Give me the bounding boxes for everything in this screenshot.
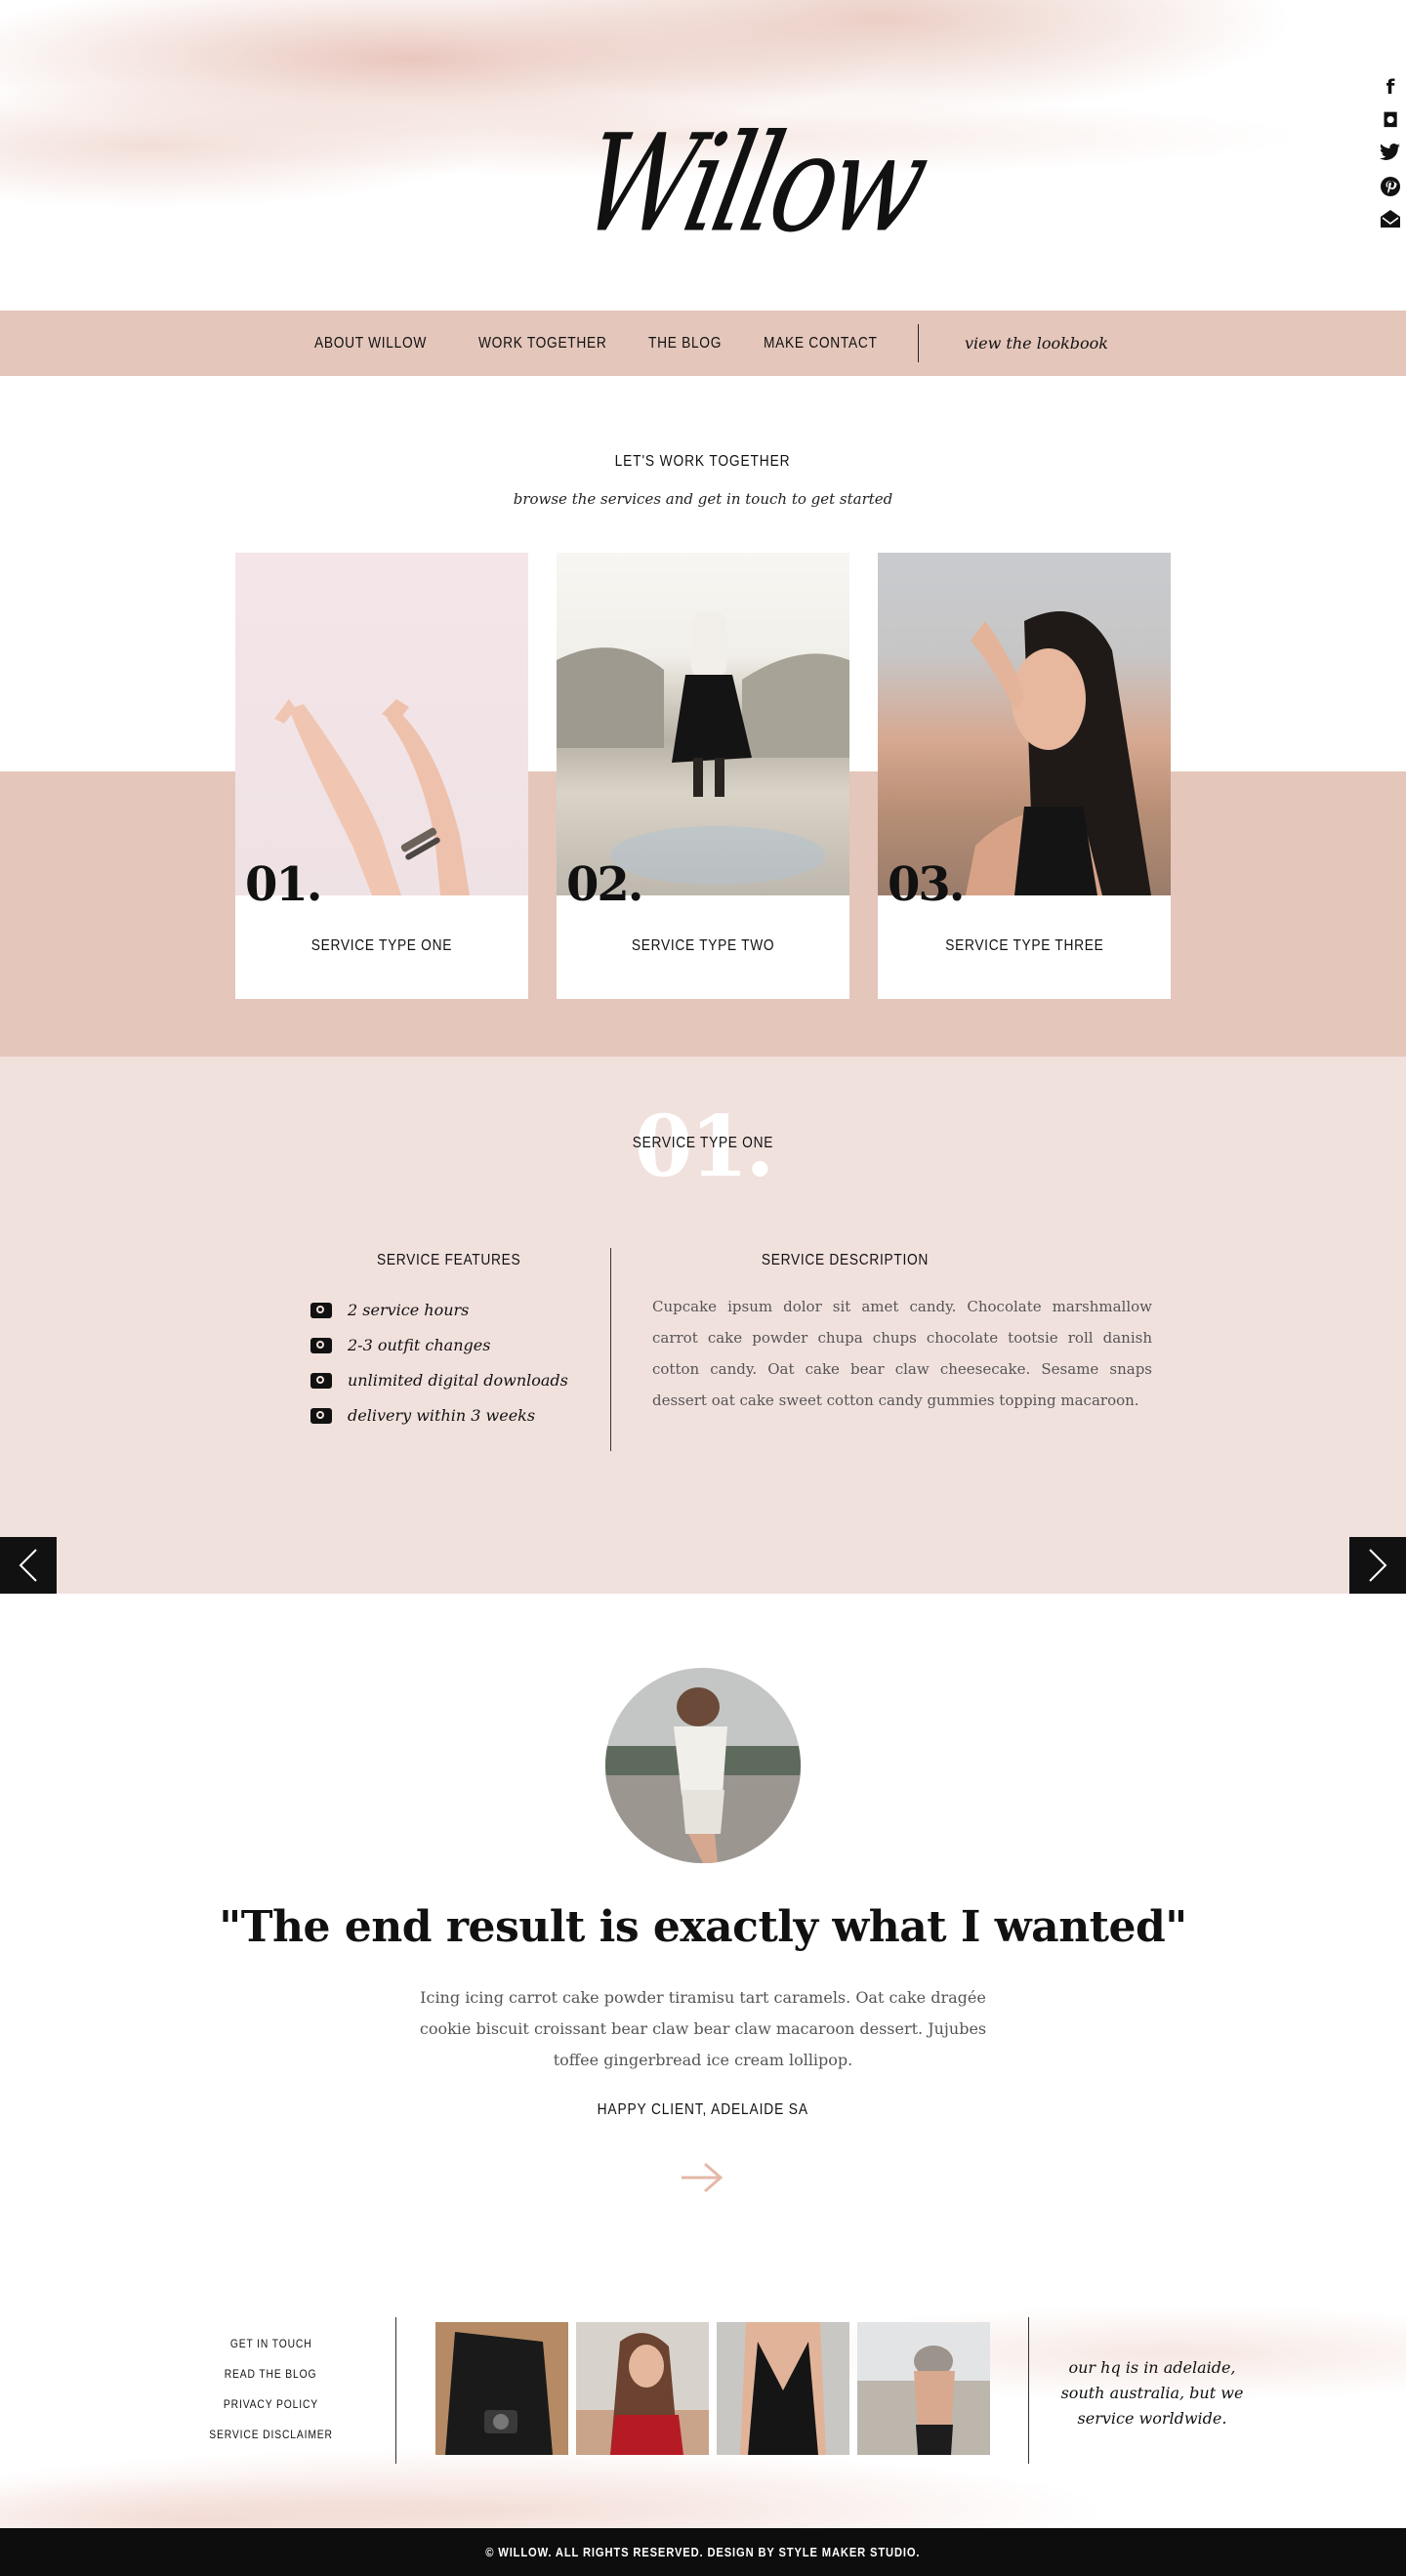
twitter-icon[interactable] xyxy=(1379,143,1402,164)
service-card-2[interactable]: 02. SERVICE TYPE TWO xyxy=(557,553,849,999)
nav-work-together[interactable]: WORK TOGETHER xyxy=(478,311,607,376)
social-icons: f ◘ xyxy=(1379,76,1402,230)
feature-item: delivery within 3 weeks xyxy=(310,1406,535,1425)
arrow-right-icon xyxy=(682,2162,724,2193)
section-subtitle: browse the services and get in touch to … xyxy=(513,490,893,508)
feature-item: 2-3 outfit changes xyxy=(310,1336,490,1354)
email-icon[interactable] xyxy=(1379,209,1402,230)
features-title: SERVICE FEATURES xyxy=(377,1252,521,1268)
nav-about-willow[interactable]: ABOUT WILLOW xyxy=(314,311,427,376)
service-number: 03. xyxy=(888,857,966,912)
nav-make-contact[interactable]: MAKE CONTACT xyxy=(764,311,878,376)
header-hero: Willow f ◘ xyxy=(0,0,1406,311)
testimonial-quote: "The end result is exactly what I wanted… xyxy=(219,1902,1187,1952)
camera-icon xyxy=(310,1302,332,1318)
nav-the-blog[interactable]: THE BLOG xyxy=(648,311,722,376)
service-photo-portrait xyxy=(878,553,1171,895)
description-title: SERVICE DESCRIPTION xyxy=(761,1252,929,1268)
camera-icon xyxy=(310,1407,332,1424)
nav-lookbook-link[interactable]: view the lookbook xyxy=(965,311,1108,376)
site-footer: GET IN TOUCH READ THE BLOG PRIVACY POLIC… xyxy=(0,2265,1406,2529)
pinterest-icon[interactable] xyxy=(1379,176,1402,197)
footer-divider xyxy=(1028,2317,1029,2464)
service-number: 01. xyxy=(245,857,323,912)
site-logo[interactable]: Willow xyxy=(567,99,935,270)
column-divider xyxy=(610,1248,611,1451)
footer-link-service-disclaimer[interactable]: SERVICE DISCLAIMER xyxy=(195,2420,347,2450)
next-slide-button[interactable] xyxy=(1349,1537,1406,1594)
service-photo-beach xyxy=(557,553,849,895)
service-card-3[interactable]: 03. SERVICE TYPE THREE xyxy=(878,553,1171,999)
feature-item: unlimited digital downloads xyxy=(310,1371,568,1390)
camera-icon xyxy=(310,1337,332,1353)
feature-item: 2 service hours xyxy=(310,1301,469,1319)
section-title: LET'S WORK TOGETHER xyxy=(615,453,791,470)
facebook-icon[interactable]: f xyxy=(1379,76,1402,98)
footer-hq-text: our hq is in adelaide, south australia, … xyxy=(1060,2358,1244,2428)
camera-icon xyxy=(310,1372,332,1389)
service-label: SERVICE TYPE ONE xyxy=(310,937,453,954)
service-description: Cupcake ipsum dolor sit amet candy. Choc… xyxy=(652,1298,1152,1409)
testimonial-body: Icing icing carrot cake powder tiramisu … xyxy=(419,1988,987,2069)
instagram-icon[interactable]: ◘ xyxy=(1379,109,1402,131)
service-label: SERVICE TYPE TWO xyxy=(631,937,775,954)
next-testimonial-button[interactable] xyxy=(678,2158,728,2197)
footer-link-get-in-touch[interactable]: GET IN TOUCH xyxy=(195,2329,347,2359)
service-photo-hands xyxy=(235,553,528,895)
instagram-thumb-3[interactable] xyxy=(717,2322,849,2455)
service-number: 02. xyxy=(566,857,644,912)
testimonial-client: HAPPY CLIENT, ADELAIDE SA xyxy=(597,2101,809,2118)
footer-links: GET IN TOUCH READ THE BLOG PRIVACY POLIC… xyxy=(195,2329,347,2450)
service-detail-title: SERVICE TYPE ONE xyxy=(632,1135,774,1151)
instagram-thumb-4[interactable] xyxy=(857,2322,990,2455)
instagram-thumb-2[interactable] xyxy=(576,2322,709,2455)
service-detail-panel: 01. SERVICE TYPE ONE SERVICE FEATURES 2 … xyxy=(0,1057,1406,1594)
service-card-1[interactable]: 01. SERVICE TYPE ONE xyxy=(235,553,528,999)
service-label: SERVICE TYPE THREE xyxy=(944,937,1104,954)
copyright-bar: © WILLOW. ALL RIGHTS RESERVED. DESIGN BY… xyxy=(0,2528,1406,2576)
main-nav: ABOUT WILLOW WORK TOGETHER THE BLOG MAKE… xyxy=(0,311,1406,376)
footer-link-read-the-blog[interactable]: READ THE BLOG xyxy=(195,2359,347,2389)
prev-slide-button[interactable] xyxy=(0,1537,57,1594)
footer-link-privacy-policy[interactable]: PRIVACY POLICY xyxy=(195,2389,347,2420)
footer-divider xyxy=(395,2317,396,2464)
chevron-left-icon xyxy=(19,1549,37,1582)
chevron-right-icon xyxy=(1369,1549,1387,1582)
instagram-thumb-1[interactable] xyxy=(435,2322,568,2455)
nav-divider xyxy=(918,324,919,362)
client-avatar xyxy=(605,1668,801,1863)
